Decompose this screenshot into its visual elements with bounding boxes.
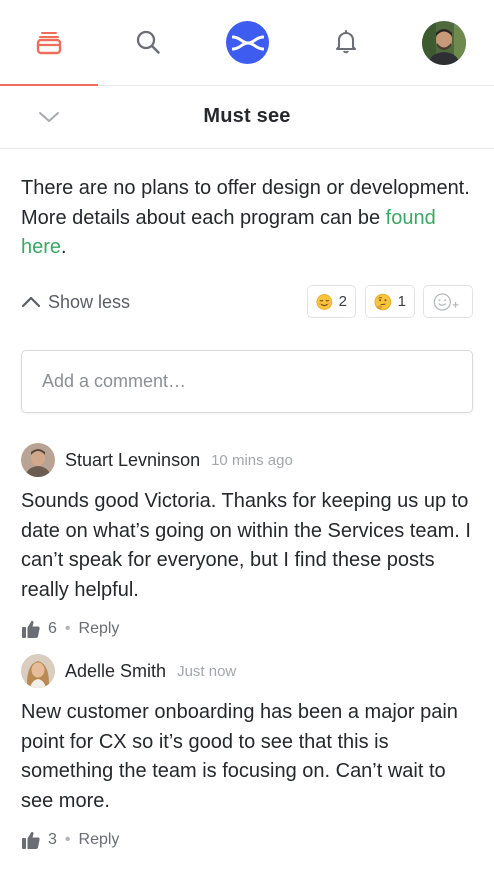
- cx-logo-icon: [231, 35, 264, 50]
- reply-button[interactable]: Reply: [79, 620, 120, 638]
- relieved-face-icon: [316, 293, 333, 310]
- reaction-count: 1: [397, 293, 406, 310]
- comment-input[interactable]: Add a comment…: [21, 350, 473, 413]
- like-count: 6: [48, 620, 57, 637]
- section-header: Must see: [0, 86, 494, 149]
- add-reaction-button[interactable]: [423, 285, 473, 318]
- thumbs-up-icon[interactable]: [21, 830, 41, 850]
- comment-author[interactable]: Adelle Smith: [65, 661, 166, 682]
- nav-search-tab[interactable]: [126, 20, 170, 64]
- add-reaction-icon: [433, 292, 459, 311]
- comment-author[interactable]: Stuart Levninson: [65, 450, 200, 471]
- page-title: Must see: [203, 105, 291, 127]
- show-less-toggle[interactable]: Show less: [21, 288, 130, 316]
- chevron-up-icon: [21, 296, 41, 308]
- bell-icon: [335, 30, 357, 54]
- comment-item: Adelle Smith Just now New customer onboa…: [21, 654, 477, 852]
- nav-home-logo[interactable]: [226, 21, 269, 64]
- show-less-label: Show less: [48, 291, 131, 312]
- post-body: There are no plans to offer design or de…: [21, 174, 471, 263]
- comment-item: Stuart Levninson 10 mins ago Sounds good…: [21, 443, 477, 641]
- separator-dot: •: [64, 831, 71, 848]
- avatar[interactable]: [21, 654, 55, 688]
- nav-feed-tab[interactable]: [27, 20, 71, 64]
- comment-text: New customer onboarding has been a major…: [21, 701, 458, 812]
- profile-avatar[interactable]: [422, 21, 466, 65]
- like-count: 3: [48, 831, 57, 848]
- search-icon: [136, 30, 160, 54]
- separator-dot: •: [64, 620, 71, 637]
- comment-text: Sounds good Victoria. Thanks for keeping…: [21, 490, 471, 601]
- thumbs-up-icon[interactable]: [21, 619, 41, 639]
- comment-timestamp: 10 mins ago: [211, 451, 293, 469]
- comment-input-placeholder: Add a comment…: [42, 371, 187, 391]
- thinking-face-icon: [374, 293, 392, 310]
- reaction-thinking[interactable]: 1: [365, 285, 415, 318]
- top-nav: [0, 0, 494, 86]
- comment-timestamp: Just now: [177, 662, 237, 680]
- feed-stack-icon: [36, 32, 62, 55]
- comment-header: Adelle Smith Just now: [21, 654, 477, 688]
- nav-notifications-tab[interactable]: [324, 20, 368, 64]
- reaction-relieved[interactable]: 2: [307, 285, 356, 318]
- avatar[interactable]: [21, 443, 55, 477]
- comment-header: Stuart Levninson 10 mins ago: [21, 443, 477, 477]
- comment-actions: 6 • Reply: [21, 617, 477, 641]
- comment-actions: 3 • Reply: [21, 828, 477, 852]
- post-text-end: .: [61, 236, 67, 258]
- reply-button[interactable]: Reply: [79, 831, 120, 849]
- reaction-count: 2: [338, 293, 347, 310]
